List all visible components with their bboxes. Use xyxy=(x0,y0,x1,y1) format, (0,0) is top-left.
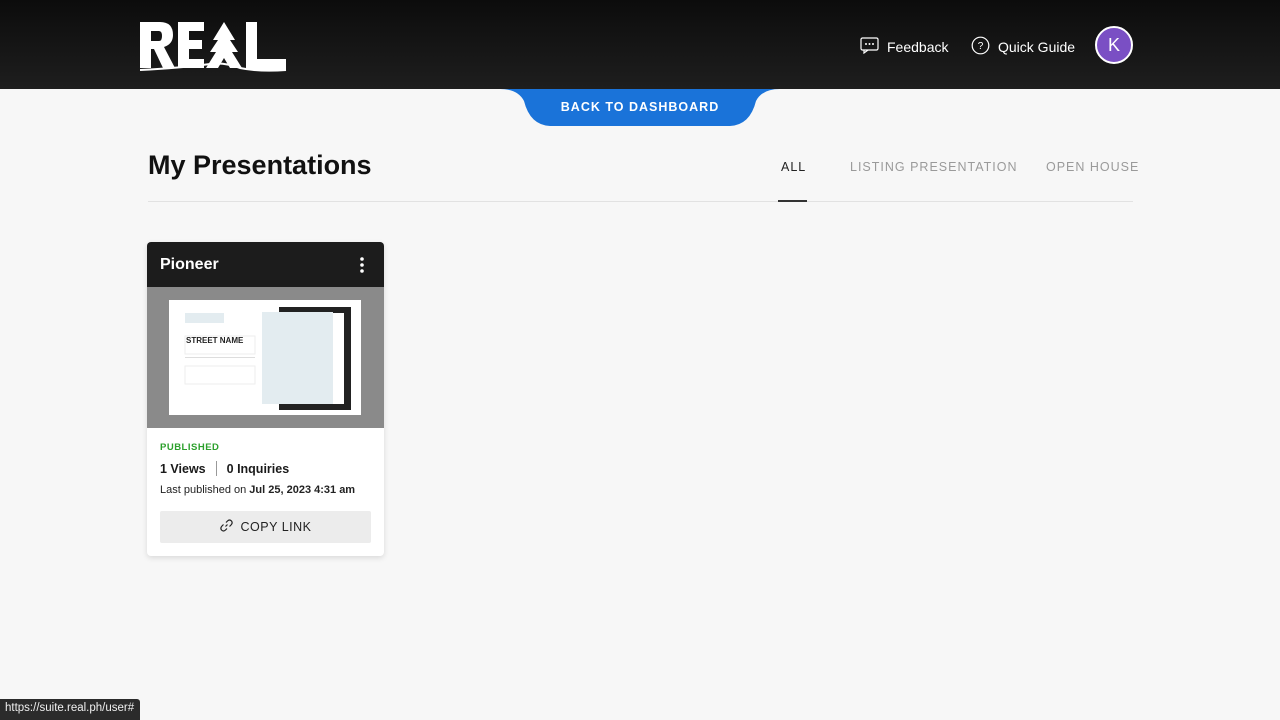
published-prefix: Last published on xyxy=(160,484,250,496)
inquiries-count: 0 Inquiries xyxy=(226,461,290,476)
more-options-icon[interactable] xyxy=(355,256,369,274)
feedback-link[interactable]: Feedback xyxy=(860,37,948,57)
avatar-initial: K xyxy=(1107,34,1120,55)
feedback-label: Feedback xyxy=(887,39,949,55)
quick-guide-label: Quick Guide xyxy=(998,39,1076,55)
help-icon: ? xyxy=(971,36,990,58)
link-icon xyxy=(219,519,233,535)
thumbnail-heading: STREET NAME xyxy=(186,336,244,345)
svg-text:?: ? xyxy=(978,41,984,52)
real-logo[interactable] xyxy=(140,18,288,72)
presentation-thumbnail[interactable]: STREET NAME xyxy=(147,287,384,428)
presentation-card[interactable]: Pioneer STREET NAME PUBLISHED 1 Views 0 … xyxy=(147,242,384,556)
tabs-divider xyxy=(148,201,1133,202)
quick-guide-link[interactable]: ? Quick Guide xyxy=(971,36,1076,58)
copy-link-label: COPY LINK xyxy=(240,520,312,534)
user-avatar[interactable]: K xyxy=(1095,26,1133,64)
copy-link-button[interactable]: COPY LINK xyxy=(160,511,371,543)
status-badge: PUBLISHED xyxy=(160,442,220,453)
browser-status-url: https://suite.real.ph/user# xyxy=(0,699,141,720)
top-navigation-bar: Feedback ? Quick Guide K xyxy=(0,0,1280,89)
card-header: Pioneer xyxy=(147,242,384,287)
presentation-stats: 1 Views 0 Inquiries xyxy=(160,461,289,476)
last-published: Last published on Jul 25, 2023 4:31 am xyxy=(160,484,355,496)
chat-icon xyxy=(860,37,879,57)
page-title: My Presentations xyxy=(148,150,372,180)
tab-all[interactable]: ALL xyxy=(781,160,806,174)
published-date: Jul 25, 2023 4:31 am xyxy=(249,484,356,496)
stats-separator xyxy=(215,461,217,476)
active-tab-indicator xyxy=(778,200,807,202)
views-count: 1 Views xyxy=(160,461,206,476)
tab-listing-presentation[interactable]: LISTING PRESENTATION xyxy=(850,160,1017,174)
presentation-title: Pioneer xyxy=(160,256,219,273)
back-to-dashboard-label: BACK TO DASHBOARD xyxy=(560,100,720,114)
back-to-dashboard-button[interactable]: BACK TO DASHBOARD xyxy=(500,89,780,127)
thumbnail-page: STREET NAME xyxy=(169,300,361,415)
tab-open-house[interactable]: OPEN HOUSE xyxy=(1046,160,1139,174)
